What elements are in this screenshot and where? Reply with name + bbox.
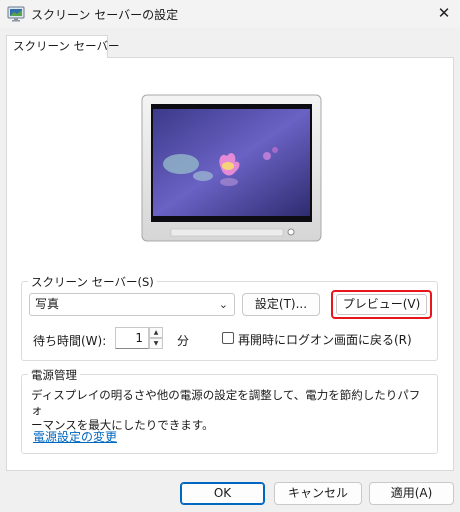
apply-button[interactable]: 適用(A) [369,482,454,505]
wait-unit-label: 分 [177,334,190,348]
screensaver-settings-button[interactable]: 設定(T)... [242,293,320,316]
ok-button[interactable]: OK [180,482,265,505]
screensaver-group-label: スクリーン セーバー(S) [28,274,157,290]
spin-up-icon[interactable]: ▲ [149,327,163,338]
tab-screensaver[interactable]: スクリーン セーバー [6,35,119,58]
power-settings-link[interactable]: 電源設定の変更 [33,428,117,445]
power-description-line1: ディスプレイの明るさや他の電源の設定を調整して、電力を節約したりパフォ [31,388,421,417]
screensaver-select-value: 写真 [35,297,60,311]
wait-time-label: 待ち時間(W): [33,334,107,348]
cancel-button[interactable]: キャンセル [274,482,362,505]
screensaver-monitor-icon [7,6,25,22]
preview-highlight[interactable]: プレビュー(V) [331,290,432,319]
power-group-label: 電源管理 [28,367,80,383]
chevron-down-icon: ⌄ [218,298,228,311]
logon-checkbox[interactable] [222,332,234,344]
spin-down-icon[interactable]: ▼ [149,338,163,349]
logon-checkbox-label[interactable]: 再開時にログオン画面に戻る(R) [238,331,412,348]
screensaver-select[interactable]: 写真 ⌄ [29,293,235,316]
close-button[interactable]: ✕ [433,2,455,24]
preview-button[interactable]: プレビュー(V) [336,294,427,315]
window-title: スクリーン セーバーの設定 [31,8,179,22]
monitor-preview [141,94,322,242]
power-description: ディスプレイの明るさや他の電源の設定を調整して、電力を節約したりパフォ ーマンス… [31,388,431,433]
wait-time-input[interactable]: 1 [115,327,149,349]
